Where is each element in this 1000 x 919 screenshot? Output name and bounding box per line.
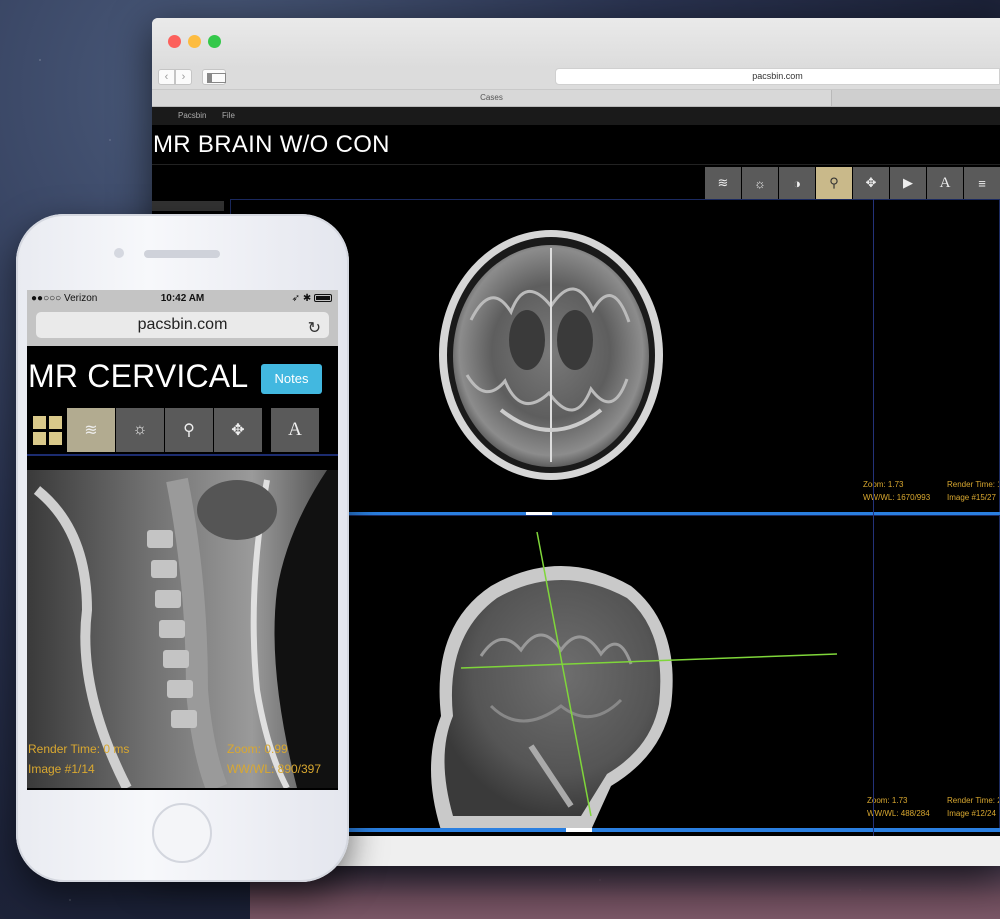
menu-pacsbin[interactable]: Pacsbin xyxy=(178,111,206,120)
mobile-toolbar: ≋ ☼ ⚲ ✥ A xyxy=(27,408,338,452)
mobile-address-bar[interactable]: pacsbin.com ↻ xyxy=(36,312,329,338)
brightness-icon: ☼ xyxy=(754,175,766,191)
reload-icon[interactable]: ↻ xyxy=(308,316,321,342)
browser-toolbar: ‹ › pacsbin.com xyxy=(152,68,1000,90)
back-button[interactable]: ‹ xyxy=(158,69,175,85)
zoom-tool-button[interactable]: ⚲ xyxy=(165,408,213,452)
iphone-screen: ●●○○○ Verizon 10:42 AM ➶ ✱ pacsbin.com ↻… xyxy=(27,290,338,790)
viewport-vertical-divider[interactable] xyxy=(873,199,874,846)
overlay-zoom: Zoom: 1.73 xyxy=(863,480,904,489)
play-icon: ▶ xyxy=(903,175,913,190)
play-tool-button[interactable]: ▶ xyxy=(890,167,926,199)
layout-grid-button[interactable] xyxy=(27,408,67,452)
status-icons: ➶ ✱ xyxy=(292,293,332,304)
brightness-tool-button[interactable]: ☼ xyxy=(116,408,164,452)
annotation-icon: A xyxy=(288,419,302,440)
stack-icon: ≋ xyxy=(717,175,729,190)
annotation-icon: A xyxy=(939,174,951,191)
pan-tool-button[interactable]: ✥ xyxy=(214,408,262,452)
contrast-icon: ◑ xyxy=(793,175,801,191)
stack-tool-button[interactable]: ≋ xyxy=(705,167,741,199)
mobile-overlay-render-time: Render Time: 0 ms xyxy=(28,742,130,756)
stack-icon: ≋ xyxy=(84,422,98,439)
overlay-image-index: Image #15/27 xyxy=(947,493,996,502)
notes-button[interactable]: Notes xyxy=(261,364,322,394)
toolbar-gap xyxy=(263,408,271,452)
zoom-icon: ⚲ xyxy=(183,422,195,439)
tab-bar: Cases xyxy=(152,90,1000,107)
bluetooth-icon: ➶ ✱ xyxy=(291,293,314,304)
brightness-icon: ☼ xyxy=(132,421,148,438)
menu-tool-button[interactable]: ≡ xyxy=(964,167,1000,199)
mobile-study-title: MR CERVICAL xyxy=(28,358,249,394)
battery-icon xyxy=(314,294,332,303)
menu-icon: ≡ xyxy=(978,175,986,191)
toolbar-divider xyxy=(27,454,338,456)
sidebar-toggle-icon[interactable] xyxy=(202,69,226,85)
overlay-ww-wl: WW/WL: 488/284 xyxy=(867,809,930,818)
zoom-window-button[interactable] xyxy=(208,35,221,48)
pan-icon: ✥ xyxy=(231,422,245,439)
grid-icon xyxy=(32,415,62,445)
mobile-overlay-zoom: Zoom: 0.99 xyxy=(227,742,288,756)
viewer-toolbar: ≋ ☼ ◑ ⚲ ✥ ▶ A ≡ xyxy=(704,167,1000,199)
overlay-render-time: Render Time: 2 ms xyxy=(947,796,999,805)
divider-handle[interactable] xyxy=(566,828,592,832)
mobile-header: MR CERVICAL Notes xyxy=(27,346,338,404)
overlay-render-time: Render Time: 1 ms xyxy=(947,480,999,489)
zoom-icon: ⚲ xyxy=(829,175,839,190)
mobile-url-area: pacsbin.com ↻ xyxy=(27,308,338,346)
tab-cases[interactable]: Cases xyxy=(152,90,832,106)
study-title: MR BRAIN W/O CON xyxy=(153,131,390,158)
mobile-url-text: pacsbin.com xyxy=(137,316,228,333)
iphone-device: ●●○○○ Verizon 10:42 AM ➶ ✱ pacsbin.com ↻… xyxy=(16,214,349,882)
overlay-image-index: Image #12/24 xyxy=(947,809,996,818)
pan-icon: ✥ xyxy=(865,175,877,190)
stack-tool-button[interactable]: ≋ xyxy=(67,408,115,452)
pan-tool-button[interactable]: ✥ xyxy=(853,167,889,199)
address-bar[interactable]: pacsbin.com xyxy=(555,68,1000,85)
series-sidebar[interactable] xyxy=(152,201,224,211)
menu-file[interactable]: File xyxy=(222,111,235,120)
home-button[interactable] xyxy=(152,803,212,863)
contrast-tool-button[interactable]: ◑ xyxy=(779,167,815,199)
app-menu-bar: Pacsbin File xyxy=(152,107,1000,125)
cervical-spine-image xyxy=(27,470,338,788)
title-divider xyxy=(152,164,1000,165)
annotation-tool-button[interactable]: A xyxy=(271,408,319,452)
mobile-viewport[interactable]: Render Time: 0 ms Zoom: 0.99 Image #1/14… xyxy=(27,470,338,788)
annotation-tool-button[interactable]: A xyxy=(927,167,963,199)
front-camera xyxy=(114,248,124,258)
mobile-overlay-ww-wl: WW/WL: 890/397 xyxy=(227,762,322,776)
earpiece-speaker xyxy=(144,250,220,258)
status-bar: ●●○○○ Verizon 10:42 AM ➶ ✱ xyxy=(27,290,338,308)
brightness-tool-button[interactable]: ☼ xyxy=(742,167,778,199)
close-window-button[interactable] xyxy=(168,35,181,48)
title-bar xyxy=(152,18,1000,68)
zoom-tool-button[interactable]: ⚲ xyxy=(816,167,852,199)
minimize-window-button[interactable] xyxy=(188,35,201,48)
mobile-overlay-image-index: Image #1/14 xyxy=(28,762,95,776)
forward-button[interactable]: › xyxy=(175,69,192,85)
